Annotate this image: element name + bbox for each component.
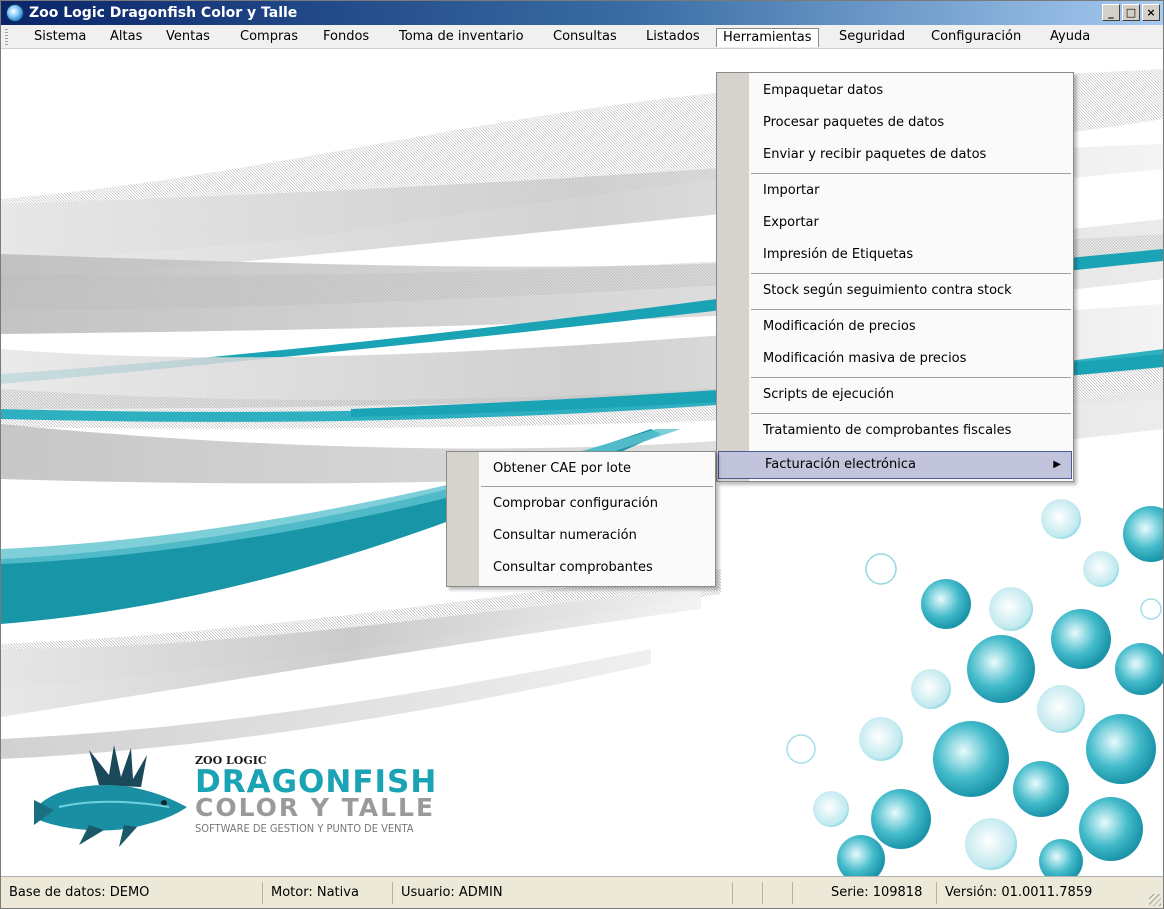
menu-consultas[interactable]: Consultas xyxy=(547,28,623,47)
menu-compras[interactable]: Compras xyxy=(234,28,304,47)
herramientas-menu: Empaquetar datos Procesar paquetes de da… xyxy=(716,72,1074,482)
app-logo-icon[interactable] xyxy=(6,4,24,22)
menu-separator xyxy=(751,173,1071,174)
minimize-button[interactable]: _ xyxy=(1102,4,1120,21)
menu-item-empaquetar-datos[interactable]: Empaquetar datos xyxy=(717,77,1073,105)
facturacion-submenu: Obtener CAE por lote Comprobar configura… xyxy=(446,451,716,587)
menubar-grip-icon[interactable] xyxy=(5,29,8,45)
status-database: Base de datos: DEMO xyxy=(1,882,263,904)
close-button[interactable]: × xyxy=(1142,4,1160,21)
status-engine: Motor: Nativa xyxy=(263,882,393,904)
dragonfish-logo: ZOO LOGIC DRAGONFISH COLOR Y TALLE SOFTW… xyxy=(29,745,509,855)
logo-tagline: SOFTWARE DE GESTION Y PUNTO DE VENTA xyxy=(195,822,414,835)
app-window: Zoo Logic Dragonfish Color y Talle _ □ ×… xyxy=(0,0,1164,909)
window-controls: _ □ × xyxy=(1102,4,1160,21)
menu-separator xyxy=(481,486,713,487)
logo-edition: COLOR Y TALLE xyxy=(195,793,436,822)
menu-separator xyxy=(751,273,1071,274)
status-empty-1 xyxy=(733,882,763,904)
menu-bar: Sistema Altas Ventas Compras Fondos Toma… xyxy=(1,25,1163,49)
status-empty-2 xyxy=(763,882,793,904)
status-serial: Serie: 109818 xyxy=(823,882,937,904)
menu-item-facturacion-electronica[interactable]: Facturación electrónica ▶ xyxy=(718,451,1072,479)
bubbles-decoration xyxy=(786,499,1163,876)
menu-item-comprobar-configuracion[interactable]: Comprobar configuración xyxy=(447,490,715,518)
menu-item-consultar-comprobantes[interactable]: Consultar comprobantes xyxy=(447,554,715,582)
menu-fondos[interactable]: Fondos xyxy=(317,28,375,47)
menu-item-enviar-recibir-paquetes[interactable]: Enviar y recibir paquetes de datos xyxy=(717,141,1073,169)
menu-toma-de-inventario[interactable]: Toma de inventario xyxy=(393,28,530,47)
menu-separator xyxy=(751,413,1071,414)
menu-ventas[interactable]: Ventas xyxy=(160,28,216,47)
menu-item-procesar-paquetes[interactable]: Procesar paquetes de datos xyxy=(717,109,1073,137)
status-user: Usuario: ADMIN xyxy=(393,882,733,904)
menu-configuracion[interactable]: Configuración xyxy=(925,28,1027,47)
menu-item-exportar[interactable]: Exportar xyxy=(717,209,1073,237)
menu-item-modificacion-masiva-precios[interactable]: Modificación masiva de precios xyxy=(717,345,1073,373)
status-bar: Base de datos: DEMO Motor: Nativa Usuari… xyxy=(1,876,1163,908)
submenu-arrow-icon: ▶ xyxy=(1053,459,1061,470)
menu-altas[interactable]: Altas xyxy=(104,28,148,47)
menu-listados[interactable]: Listados xyxy=(640,28,706,47)
menu-herramientas[interactable]: Herramientas xyxy=(716,28,819,47)
menu-item-facturacion-label: Facturación electrónica xyxy=(765,457,916,472)
menu-separator xyxy=(751,309,1071,310)
menu-seguridad[interactable]: Seguridad xyxy=(833,28,911,47)
title-bar[interactable]: Zoo Logic Dragonfish Color y Talle _ □ × xyxy=(1,1,1163,25)
menu-item-consultar-numeracion[interactable]: Consultar numeración xyxy=(447,522,715,550)
minimize-icon: _ xyxy=(1108,6,1114,19)
maximize-icon: □ xyxy=(1125,6,1137,19)
resize-grip-icon[interactable] xyxy=(1149,894,1161,906)
menu-sistema[interactable]: Sistema xyxy=(28,28,92,47)
menu-item-tratamiento-comprobantes[interactable]: Tratamiento de comprobantes fiscales xyxy=(717,417,1073,445)
window-title: Zoo Logic Dragonfish Color y Talle xyxy=(29,5,298,21)
menu-item-importar[interactable]: Importar xyxy=(717,177,1073,205)
dragonfish-fish-icon xyxy=(34,745,187,847)
menu-item-impresion-etiquetas[interactable]: Impresión de Etiquetas xyxy=(717,241,1073,269)
menu-item-obtener-cae[interactable]: Obtener CAE por lote xyxy=(447,455,715,483)
menu-item-stock-seguimiento[interactable]: Stock según seguimiento contra stock xyxy=(717,277,1073,305)
maximize-button[interactable]: □ xyxy=(1122,4,1140,21)
close-icon: × xyxy=(1146,6,1156,19)
menu-item-modificacion-precios[interactable]: Modificación de precios xyxy=(717,313,1073,341)
status-version: Versión: 01.0011.7859 xyxy=(945,885,1093,900)
menu-ayuda[interactable]: Ayuda xyxy=(1044,28,1096,47)
menu-separator xyxy=(751,377,1071,378)
menu-item-scripts-ejecucion[interactable]: Scripts de ejecución xyxy=(717,381,1073,409)
